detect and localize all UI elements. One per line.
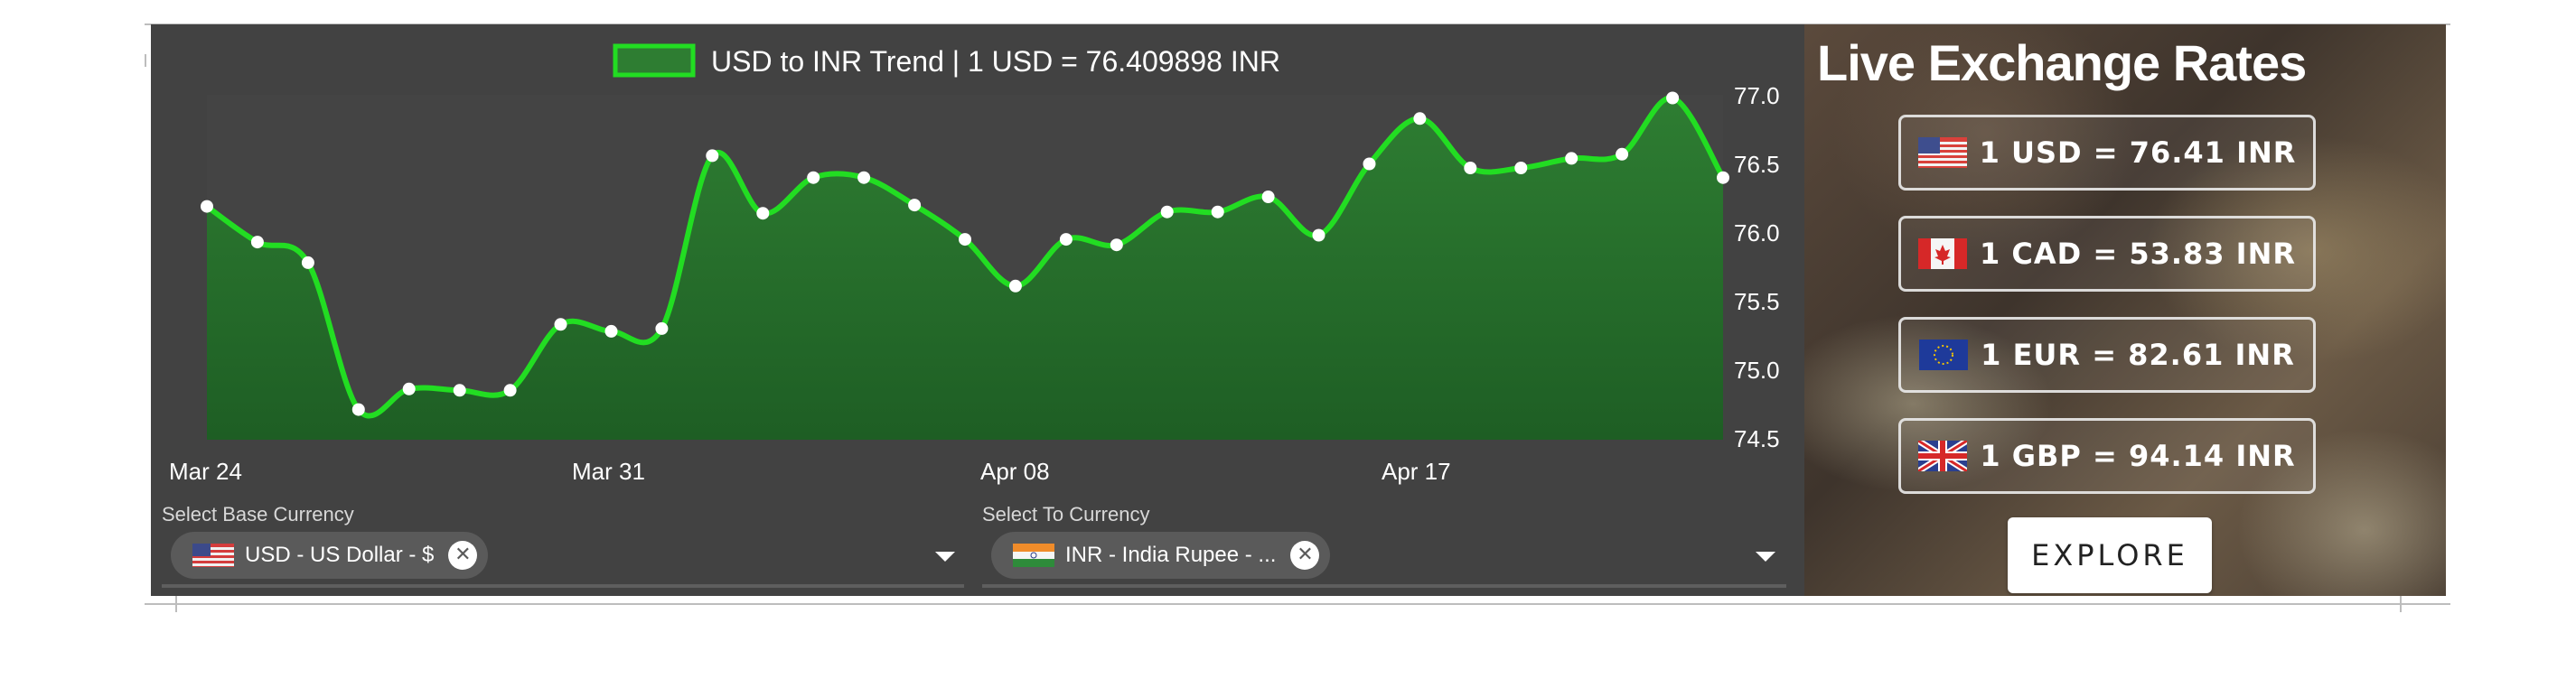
close-icon[interactable]: ✕ (1290, 541, 1320, 570)
live-rates-panel: Live Exchange Rates 1 USD = 76.41 INR 1 … (1804, 24, 2446, 596)
data-point[interactable] (1363, 157, 1376, 171)
rate-text: 1 CAD = 53.83 INR (1980, 237, 2296, 271)
us-flag-icon (1917, 137, 1967, 168)
data-point[interactable] (301, 256, 314, 269)
y-tick-label: 76.5 (1734, 151, 1780, 178)
data-point[interactable] (1261, 191, 1275, 203)
explore-button[interactable]: EXPLORE (2008, 517, 2212, 593)
data-point[interactable] (1110, 238, 1123, 252)
data-point[interactable] (1717, 171, 1729, 184)
eu-flag-icon (1919, 340, 1969, 370)
y-tick-label: 75.5 (1734, 288, 1780, 315)
close-icon[interactable]: ✕ (448, 541, 478, 570)
y-tick-label: 75.0 (1734, 357, 1780, 384)
legend-label[interactable]: USD to INR Trend | 1 USD = 76.409898 INR (711, 45, 1280, 78)
frame-left-tick (145, 54, 146, 67)
data-point[interactable] (1059, 233, 1073, 246)
frame-bottom-line (145, 603, 2450, 605)
data-point[interactable] (351, 403, 365, 416)
india-flag-icon (1013, 544, 1054, 567)
data-point[interactable] (402, 382, 416, 395)
data-point[interactable] (959, 233, 971, 246)
y-tick-label: 74.5 (1734, 425, 1780, 452)
uk-flag-icon (1916, 438, 1970, 474)
data-point[interactable] (201, 200, 213, 213)
frame-right-tick-bottom (2400, 596, 2402, 612)
x-axis-ticks: Mar 24 Mar 31 Apr 08 Apr 17 (169, 458, 1451, 485)
to-currency-value: INR - India Rupee - ... (1065, 543, 1277, 567)
data-point[interactable] (250, 236, 264, 249)
data-point[interactable] (1160, 205, 1174, 219)
to-select-underline (982, 584, 1786, 588)
base-currency-chip[interactable]: USD - US Dollar - $ ✕ (171, 532, 489, 579)
rate-card-eur[interactable]: 1 EUR = 82.61 INR (1898, 317, 2316, 393)
trend-chart: USD to INR Trend | 1 USD = 76.409898 INR… (169, 43, 1780, 485)
rate-card-usd[interactable]: 1 USD = 76.41 INR (1898, 115, 2316, 191)
y-axis-ticks: 77.0 76.5 76.0 75.5 75.0 74.5 (1734, 82, 1780, 452)
to-currency-chip[interactable]: INR - India Rupee - ... ✕ (991, 532, 1331, 579)
rate-card-cad[interactable]: 1 CAD = 53.83 INR (1898, 216, 2316, 292)
data-point[interactable] (908, 199, 922, 212)
rates-title: Live Exchange Rates (1817, 34, 2307, 91)
canada-flag-icon (1918, 238, 1967, 269)
data-point[interactable] (1464, 162, 1477, 174)
data-point[interactable] (857, 171, 871, 184)
us-flag-icon (192, 544, 234, 567)
data-point[interactable] (1312, 228, 1325, 242)
data-point[interactable] (1565, 152, 1578, 165)
to-currency-label: Select To Currency (982, 503, 1150, 526)
data-point[interactable] (1211, 205, 1224, 219)
data-point[interactable] (655, 321, 669, 335)
data-point[interactable] (604, 324, 618, 338)
base-dropdown-chevron-icon[interactable] (935, 552, 955, 562)
data-point[interactable] (706, 149, 719, 163)
y-tick-label: 76.0 (1734, 219, 1780, 246)
data-point[interactable] (453, 384, 466, 397)
rate-text: 1 EUR = 82.61 INR (1981, 338, 2295, 372)
y-tick-label: 77.0 (1734, 82, 1780, 109)
rate-text: 1 USD = 76.41 INR (1979, 135, 2297, 170)
data-point[interactable] (1666, 91, 1680, 105)
legend-swatch[interactable] (613, 43, 696, 78)
x-tick-label: Mar 24 (169, 458, 242, 485)
x-tick-label: Apr 17 (1382, 458, 1451, 485)
x-tick-label: Apr 08 (980, 458, 1050, 485)
base-currency-value: USD - US Dollar - $ (245, 543, 435, 567)
rate-text: 1 GBP = 94.14 INR (1980, 439, 2296, 473)
data-point[interactable] (1514, 162, 1528, 174)
chart-legend[interactable]: USD to INR Trend | 1 USD = 76.409898 INR (613, 43, 1280, 78)
data-point[interactable] (807, 171, 820, 184)
data-point[interactable] (554, 318, 567, 331)
frame-left-tick-bottom (175, 596, 177, 612)
data-point[interactable] (756, 207, 770, 220)
base-currency-label: Select Base Currency (162, 503, 354, 526)
base-select-underline (162, 584, 964, 588)
data-point[interactable] (1413, 112, 1427, 126)
x-tick-label: Mar 31 (572, 458, 645, 485)
exchange-widget: USD to INR Trend | 1 USD = 76.409898 INR… (151, 24, 2446, 596)
to-dropdown-chevron-icon[interactable] (1756, 552, 1775, 562)
trend-chart-panel: USD to INR Trend | 1 USD = 76.409898 INR… (151, 24, 1804, 596)
data-point[interactable] (1008, 279, 1022, 293)
data-point[interactable] (503, 384, 517, 397)
rate-card-gbp[interactable]: 1 GBP = 94.14 INR (1898, 418, 2316, 494)
data-point[interactable] (1616, 147, 1629, 161)
